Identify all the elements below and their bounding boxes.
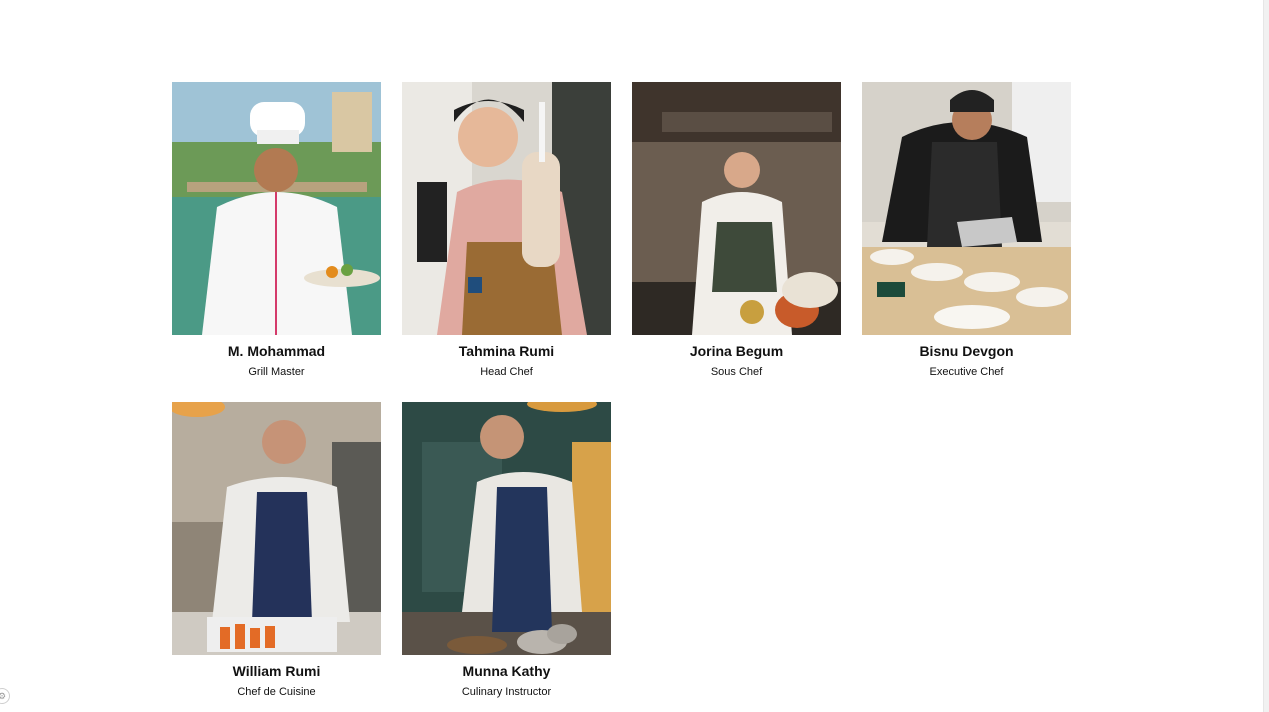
chef-photo: [632, 82, 841, 335]
chef-name: Tahmina Rumi: [458, 343, 555, 359]
chef-name: M. Mohammad: [227, 343, 326, 359]
chef-photo: [172, 402, 381, 655]
chef-name: Munna Kathy: [462, 663, 551, 679]
team-card: Tahmina Rumi Head Chef: [402, 82, 611, 379]
team-page: M. Mohammad Grill Master Tahmina Rumi He…: [0, 0, 1269, 712]
team-card: Bisnu Devgon Executive Chef: [862, 82, 1071, 379]
chef-name: Jorina Begum: [689, 343, 784, 359]
chef-photo: [402, 82, 611, 335]
chef-role: Executive Chef: [929, 366, 1004, 378]
chef-photo: [862, 82, 1071, 335]
chef-role: Head Chef: [480, 366, 533, 378]
chef-photo: [172, 82, 381, 335]
chef-role: Chef de Cuisine: [237, 686, 316, 698]
team-card: Munna Kathy Culinary Instructor: [402, 402, 611, 699]
chef-role: Sous Chef: [710, 366, 763, 378]
chef-role: Culinary Instructor: [461, 686, 552, 698]
vertical-scrollbar[interactable]: [1263, 0, 1269, 712]
chef-name: Bisnu Devgon: [919, 343, 1014, 359]
chef-role: Grill Master: [248, 366, 305, 378]
settings-icon[interactable]: ⚙: [0, 688, 10, 704]
chef-photo: [402, 402, 611, 655]
team-card: M. Mohammad Grill Master: [172, 82, 381, 379]
team-grid: M. Mohammad Grill Master Tahmina Rumi He…: [172, 82, 1072, 699]
team-card: Jorina Begum Sous Chef: [632, 82, 841, 379]
team-card: William Rumi Chef de Cuisine: [172, 402, 381, 699]
chef-name: William Rumi: [232, 663, 321, 679]
